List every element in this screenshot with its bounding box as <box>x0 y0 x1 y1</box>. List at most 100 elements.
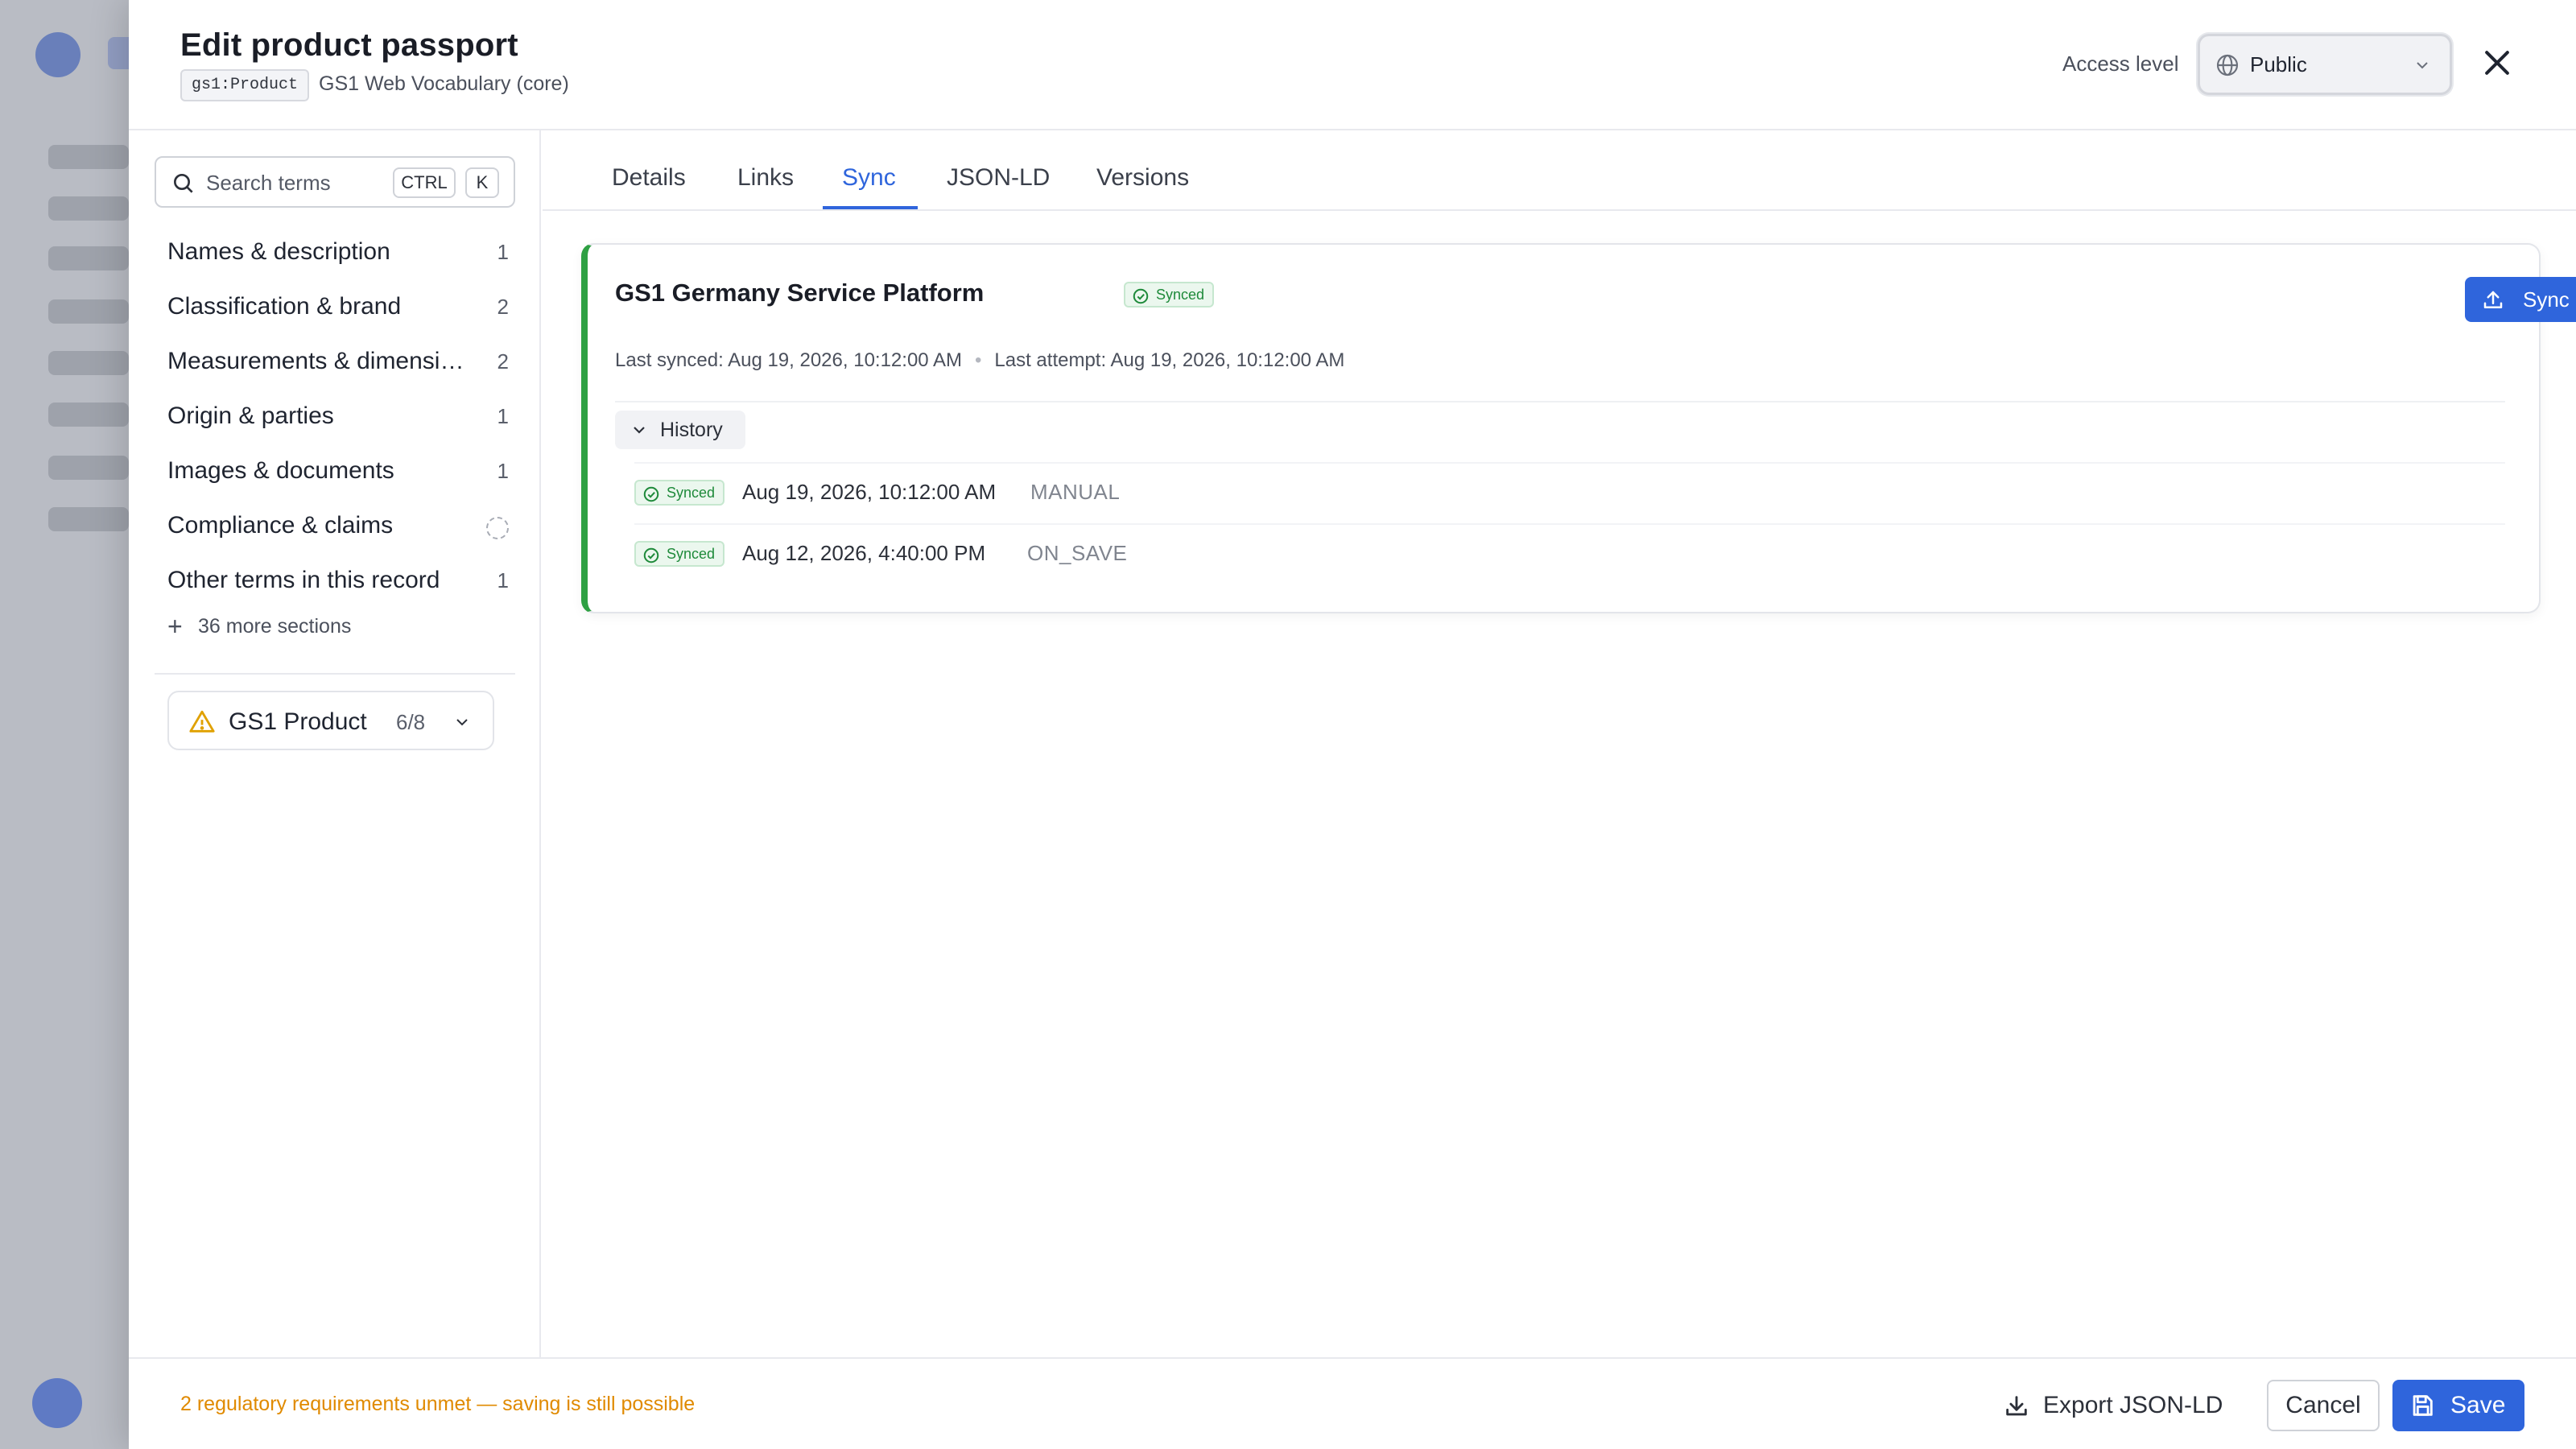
section-label: Measurements & dimensions <box>167 348 472 374</box>
section-images-documents[interactable]: Images & documents 1 <box>167 451 509 491</box>
search-icon <box>174 174 193 193</box>
background-nav-item <box>48 351 129 375</box>
tab-versions[interactable]: Versions <box>1096 164 1189 192</box>
status-badge: Synced <box>634 541 725 567</box>
cancel-button[interactable]: Cancel <box>2267 1380 2380 1431</box>
section-names-description[interactable]: Names & description 1 <box>167 232 509 272</box>
access-level-select[interactable]: Public <box>2198 34 2452 95</box>
sections-rail: Search terms CTRL K Names & description … <box>129 130 541 1359</box>
profile-completeness-chip[interactable]: GS1 Product 6/8 <box>167 691 494 750</box>
export-json-ld-button[interactable]: Export JSON-LD <box>1995 1380 2249 1431</box>
section-other-terms[interactable]: Other terms in this record 1 <box>167 560 509 601</box>
profile-name: GS1 Product <box>229 708 367 735</box>
type-chip: gs1:Product <box>180 69 310 101</box>
tab-details[interactable]: Details <box>612 164 686 192</box>
history-toggle[interactable]: History <box>615 411 745 449</box>
section-label: Compliance & claims <box>167 512 394 539</box>
status-badge: Synced <box>1124 282 1215 308</box>
profile-ratio: 6/8 <box>396 710 426 734</box>
plus-icon: + <box>167 612 183 641</box>
search-terms-input[interactable]: Search terms CTRL K <box>155 156 515 208</box>
tab-bar: Details Links Sync JSON-LD Versions <box>543 130 2576 211</box>
sync-meta: Last synced: Aug 19, 2026, 10:12:00 AM • L… <box>615 349 1344 372</box>
active-tab-indicator <box>823 206 918 209</box>
more-sections-button[interactable]: +36 more sections <box>167 612 351 642</box>
history-label: History <box>660 419 723 441</box>
status-badge-label: Synced <box>667 485 716 501</box>
background-nav-item <box>48 145 129 169</box>
chevron-down-icon <box>2417 62 2428 69</box>
sync-platform-name: GS1 Germany Service Platform <box>615 279 985 307</box>
export-label: Export JSON-LD <box>2043 1392 2223 1418</box>
section-measurements-dimensions[interactable]: Measurements & dimensions 2 <box>167 341 509 382</box>
chevron-down-icon <box>634 427 645 434</box>
background-nav-item <box>48 402 129 427</box>
regulatory-warning: 2 regulatory requirements unmet — saving… <box>180 1393 696 1415</box>
background-avatar <box>32 1378 82 1428</box>
edit-passport-drawer: Edit product passport gs1:Product GS1 We… <box>129 0 2576 1449</box>
history-time: Aug 12, 2026, 4:40:00 PM <box>742 541 986 565</box>
background-logo <box>35 32 80 77</box>
section-origin-parties[interactable]: Origin & parties 1 <box>167 396 509 436</box>
access-level-value: Public <box>2250 52 2307 76</box>
last-synced: Last synced: Aug 19, 2026, 10:12:00 AM <box>615 349 962 371</box>
sync-now-label: Sync now <box>2523 287 2576 312</box>
section-label: Images & documents <box>167 457 394 484</box>
card-divider <box>615 401 2505 402</box>
section-compliance-claims[interactable]: Compliance & claims <box>167 506 509 546</box>
shortcut-ctrl-key: CTRL <box>393 167 456 198</box>
background-nav-item <box>48 507 129 531</box>
page-title: Edit product passport <box>180 27 518 63</box>
section-label: Origin & parties <box>167 402 334 429</box>
access-level-label: Access level <box>2062 52 2179 76</box>
vocabulary-label: GS1 Web Vocabulary (core) <box>319 72 569 95</box>
history-row: Synced Aug 12, 2026, 4:40:00 PM ON_SAVE <box>634 523 2505 581</box>
history-time: Aug 19, 2026, 10:12:00 AM <box>742 480 997 504</box>
shortcut-k-key: K <box>465 167 499 198</box>
section-label: Other terms in this record <box>167 567 440 593</box>
status-badge-label: Synced <box>1156 287 1205 303</box>
section-count: 2 <box>497 349 509 374</box>
save-button[interactable]: Save <box>2392 1380 2524 1431</box>
last-attempt: Last attempt: Aug 19, 2026, 10:12:00 AM <box>994 349 1345 371</box>
save-label: Save <box>2450 1392 2506 1418</box>
history-trigger: ON_SAVE <box>1027 541 1128 565</box>
background-nav-item <box>48 456 129 480</box>
check-circle-icon <box>643 486 659 502</box>
sync-target-card: GS1 Germany Service Platform Synced Sync… <box>581 243 2576 613</box>
separator-dot: • <box>974 349 982 371</box>
tab-links[interactable]: Links <box>737 164 794 192</box>
check-circle-icon <box>1133 288 1149 304</box>
background-nav-item <box>48 196 129 221</box>
section-classification-brand[interactable]: Classification & brand 2 <box>167 287 509 327</box>
background-nav-item <box>48 246 129 270</box>
sync-now-button[interactable]: Sync now <box>2465 277 2576 322</box>
loading-spinner-icon <box>486 517 509 539</box>
history-trigger: MANUAL <box>1030 480 1121 504</box>
status-badge: Synced <box>634 480 725 506</box>
section-count: 1 <box>497 240 509 264</box>
section-count: 2 <box>497 295 509 319</box>
globe-icon <box>2216 54 2239 76</box>
section-count: 1 <box>497 404 509 428</box>
tab-sync[interactable]: Sync <box>842 164 896 192</box>
close-icon[interactable] <box>2479 45 2515 80</box>
warning-icon <box>189 710 215 733</box>
section-count: 1 <box>497 459 509 483</box>
search-placeholder: Search terms <box>206 171 331 195</box>
section-count: 1 <box>497 568 509 592</box>
download-icon <box>2006 1396 2027 1416</box>
history-row: Synced Aug 19, 2026, 10:12:00 AM MANUAL <box>634 462 2505 520</box>
section-label: Classification & brand <box>167 293 402 320</box>
tab-json-ld[interactable]: JSON-LD <box>947 164 1050 192</box>
save-icon <box>2413 1395 2433 1416</box>
section-label: Names & description <box>167 238 390 265</box>
chevron-down-icon <box>456 719 468 726</box>
rail-divider <box>155 673 515 675</box>
more-sections-label: 36 more sections <box>198 615 352 638</box>
background-nav-item <box>48 299 129 324</box>
drawer-header: Edit product passport gs1:Product GS1 We… <box>129 0 2576 130</box>
status-badge-label: Synced <box>667 546 716 562</box>
upload-icon <box>2483 291 2503 308</box>
drawer-footer: 2 regulatory requirements unmet — saving… <box>129 1357 2576 1449</box>
